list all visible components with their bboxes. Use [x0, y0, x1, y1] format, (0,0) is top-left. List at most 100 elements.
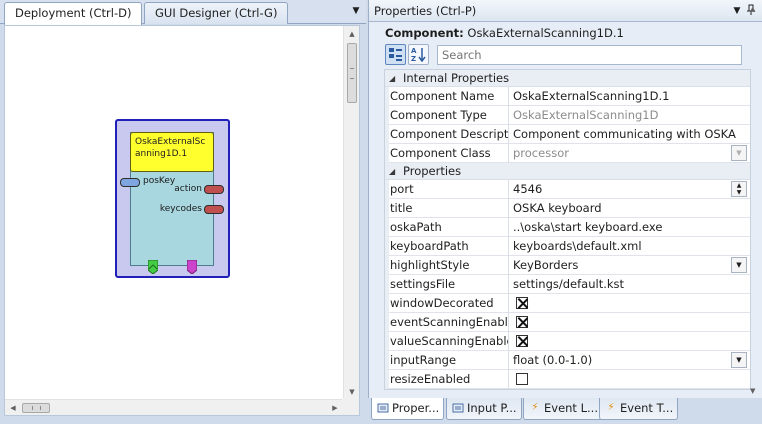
- properties-scrollbar[interactable]: ▲ ▼: [749, 3, 760, 395]
- scroll-right-icon[interactable]: ▶: [327, 400, 343, 416]
- canvas-vertical-scrollbar[interactable]: ▲ ▼: [343, 26, 359, 400]
- categorized-view-button[interactable]: [385, 44, 406, 65]
- property-name: windowDecorated: [390, 294, 509, 313]
- property-name: inputRange: [390, 351, 509, 370]
- resize-enabled-checkbox[interactable]: [516, 373, 528, 385]
- spinner-buttons[interactable]: ▲ ▼: [731, 181, 747, 197]
- oska-path-field[interactable]: ..\oska\start keyboard.exe: [513, 218, 747, 237]
- category-label: Properties: [403, 164, 462, 178]
- panel-menu-icon[interactable]: ▼: [731, 4, 743, 18]
- properties-panel: Properties (Ctrl-P) ▼ Component: OskaExt…: [368, 0, 762, 398]
- tab-gui-designer[interactable]: GUI Designer (Ctrl-G): [144, 2, 289, 24]
- component-type-value: OskaExternalScanning1D: [513, 108, 659, 122]
- deployment-canvas[interactable]: OskaExternalScanning1D.1 posKey action k…: [4, 25, 360, 416]
- property-search-input[interactable]: [437, 45, 742, 65]
- panel-menu-icon[interactable]: ▼: [350, 4, 362, 18]
- input-port-poskey[interactable]: [120, 178, 140, 187]
- svg-text:▼: ▼: [750, 387, 756, 395]
- event-trigger-port-icon[interactable]: [187, 260, 197, 274]
- property-row: title OSKA keyboard: [385, 199, 750, 218]
- property-row: Component Class processor ▼: [385, 144, 750, 163]
- title-field[interactable]: OSKA keyboard: [513, 199, 747, 218]
- property-row: Component Name OskaExternalScanning1D.1: [385, 87, 750, 106]
- component-name-field[interactable]: OskaExternalScanning1D.1: [513, 87, 747, 106]
- collapse-icon[interactable]: ◢: [389, 70, 395, 87]
- component-label: Component:: [385, 26, 464, 40]
- property-row: windowDecorated: [385, 294, 750, 313]
- property-name: Component Type: [390, 106, 509, 125]
- properties-icon: [377, 402, 389, 414]
- category-label: Internal Properties: [403, 71, 510, 85]
- tab-input-properties[interactable]: Input P...: [446, 398, 522, 420]
- value-scanning-checkbox[interactable]: [516, 335, 528, 347]
- property-name: highlightStyle: [390, 256, 509, 275]
- property-row: resizeEnabled: [385, 370, 750, 389]
- category-internal-properties[interactable]: ◢ Internal Properties: [385, 70, 750, 87]
- property-row: highlightStyle KeyBorders ▼: [385, 256, 750, 275]
- window-decorated-checkbox[interactable]: [516, 297, 528, 309]
- resize-enabled-cell: [513, 370, 747, 389]
- scroll-up-icon[interactable]: ▲: [344, 26, 360, 42]
- scroll-thumb[interactable]: [22, 403, 50, 413]
- select-value: KeyBorders: [513, 258, 579, 272]
- tab-label: Input P...: [467, 401, 517, 415]
- svg-text:▲: ▲: [750, 5, 756, 13]
- svg-text:A: A: [411, 47, 417, 55]
- port-spinner[interactable]: 4546 ▲ ▼: [513, 180, 747, 199]
- lightning-icon: ⚡: [531, 402, 539, 413]
- property-row: valueScanningEnabled: [385, 332, 750, 351]
- event-scanning-checkbox[interactable]: [516, 316, 528, 328]
- tab-properties[interactable]: Proper...: [371, 398, 445, 420]
- tab-event-triggers[interactable]: ⚡ Event T...: [599, 398, 679, 420]
- property-name: eventScanningEnabled: [390, 313, 509, 332]
- property-row: settingsFile settings/default.kst: [385, 275, 750, 294]
- properties-header: Properties (Ctrl-P) ▼: [369, 0, 762, 22]
- property-name: Component Name: [390, 87, 509, 106]
- settings-file-field[interactable]: settings/default.kst: [513, 275, 747, 294]
- tab-event-listeners[interactable]: ⚡ Event L...: [523, 398, 603, 420]
- window-decorated-cell: [513, 294, 747, 313]
- property-row: Component Description Component communic…: [385, 125, 750, 144]
- property-name: oskaPath: [390, 218, 509, 237]
- chevron-down-icon[interactable]: ▼: [731, 257, 747, 273]
- component-block[interactable]: OskaExternalScanning1D.1 posKey action k…: [115, 119, 230, 278]
- spinner-value: 4546: [513, 182, 543, 196]
- select-value: processor: [513, 146, 569, 160]
- property-row: eventScanningEnabled: [385, 313, 750, 332]
- collapse-icon[interactable]: ◢: [389, 163, 395, 180]
- deployment-tab-strip: Deployment (Ctrl-D) GUI Designer (Ctrl-G…: [0, 0, 366, 25]
- spin-down-icon[interactable]: ▼: [732, 189, 746, 196]
- tab-label: Event L...: [544, 401, 598, 415]
- tab-label: Event T...: [620, 401, 674, 415]
- component-description-field[interactable]: Component communicating with OSKA: [513, 125, 747, 144]
- chevron-down-icon: ▼: [731, 145, 747, 161]
- input-properties-icon: [452, 402, 464, 414]
- spin-up-icon[interactable]: ▲: [732, 182, 746, 189]
- property-row: Component Type OskaExternalScanning1D: [385, 106, 750, 125]
- property-grid: ◢ Internal Properties Component Name Osk…: [384, 69, 751, 390]
- output-port-action[interactable]: [204, 185, 224, 194]
- output-port-label: keycodes: [159, 204, 202, 214]
- input-range-select[interactable]: float (0.0-1.0) ▼: [513, 351, 747, 370]
- property-row: port 4546 ▲ ▼: [385, 180, 750, 199]
- output-port-keycodes[interactable]: [204, 205, 224, 214]
- value-scanning-cell: [513, 332, 747, 351]
- property-name: keyboardPath: [390, 237, 509, 256]
- scroll-left-icon[interactable]: ◀: [5, 400, 21, 416]
- properties-title: Properties (Ctrl-P): [374, 4, 477, 18]
- canvas-horizontal-scrollbar[interactable]: ◀ ▶: [5, 399, 343, 415]
- highlight-style-select[interactable]: KeyBorders ▼: [513, 256, 747, 275]
- property-name: title: [390, 199, 509, 218]
- scroll-thumb[interactable]: [347, 43, 357, 103]
- property-row: keyboardPath keyboards\default.xml: [385, 237, 750, 256]
- property-name: resizeEnabled: [390, 370, 509, 389]
- tab-deployment[interactable]: Deployment (Ctrl-D): [4, 2, 143, 25]
- alphabetical-view-button[interactable]: A Z: [408, 44, 429, 65]
- chevron-down-icon[interactable]: ▼: [731, 352, 747, 368]
- keyboard-path-field[interactable]: keyboards\default.xml: [513, 237, 747, 256]
- tab-label: Proper...: [392, 401, 440, 415]
- category-properties[interactable]: ◢ Properties: [385, 163, 750, 180]
- property-row: oskaPath ..\oska\start keyboard.exe: [385, 218, 750, 237]
- event-listener-port-icon[interactable]: [148, 260, 158, 274]
- selected-component: Component: OskaExternalScanning1D.1: [385, 26, 624, 40]
